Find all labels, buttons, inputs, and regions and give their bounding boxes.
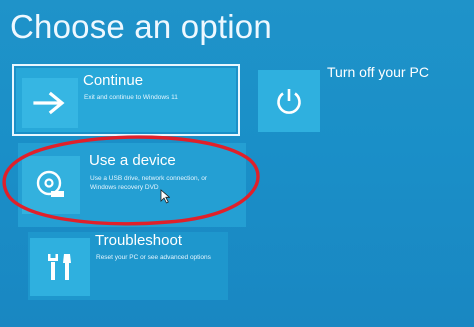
continue-tile[interactable]: [22, 78, 78, 128]
arrow-right-icon: [33, 91, 65, 115]
troubleshoot-title: Troubleshoot: [95, 232, 182, 249]
continue-description: Exit and continue to Windows 11: [84, 94, 178, 101]
disc-drive-icon: [36, 170, 64, 197]
mouse-cursor-icon: [160, 189, 170, 204]
page-title: Choose an option: [10, 8, 272, 45]
turn-off-tile[interactable]: [258, 70, 320, 132]
continue-title: Continue: [83, 72, 144, 89]
turn-off-title: Turn off your PC: [327, 64, 429, 80]
troubleshoot-description: Reset your PC or see advanced options: [96, 254, 211, 261]
use-device-description-line1: Use a USB drive, network connection, or: [90, 175, 208, 182]
use-device-title: Use a device: [89, 152, 176, 169]
use-device-tile[interactable]: [22, 156, 80, 214]
power-icon: [277, 89, 301, 114]
troubleshoot-tile[interactable]: [30, 238, 90, 296]
tools-icon: [48, 254, 71, 280]
use-device-description-line2: Windows recovery DVD: [90, 184, 159, 191]
